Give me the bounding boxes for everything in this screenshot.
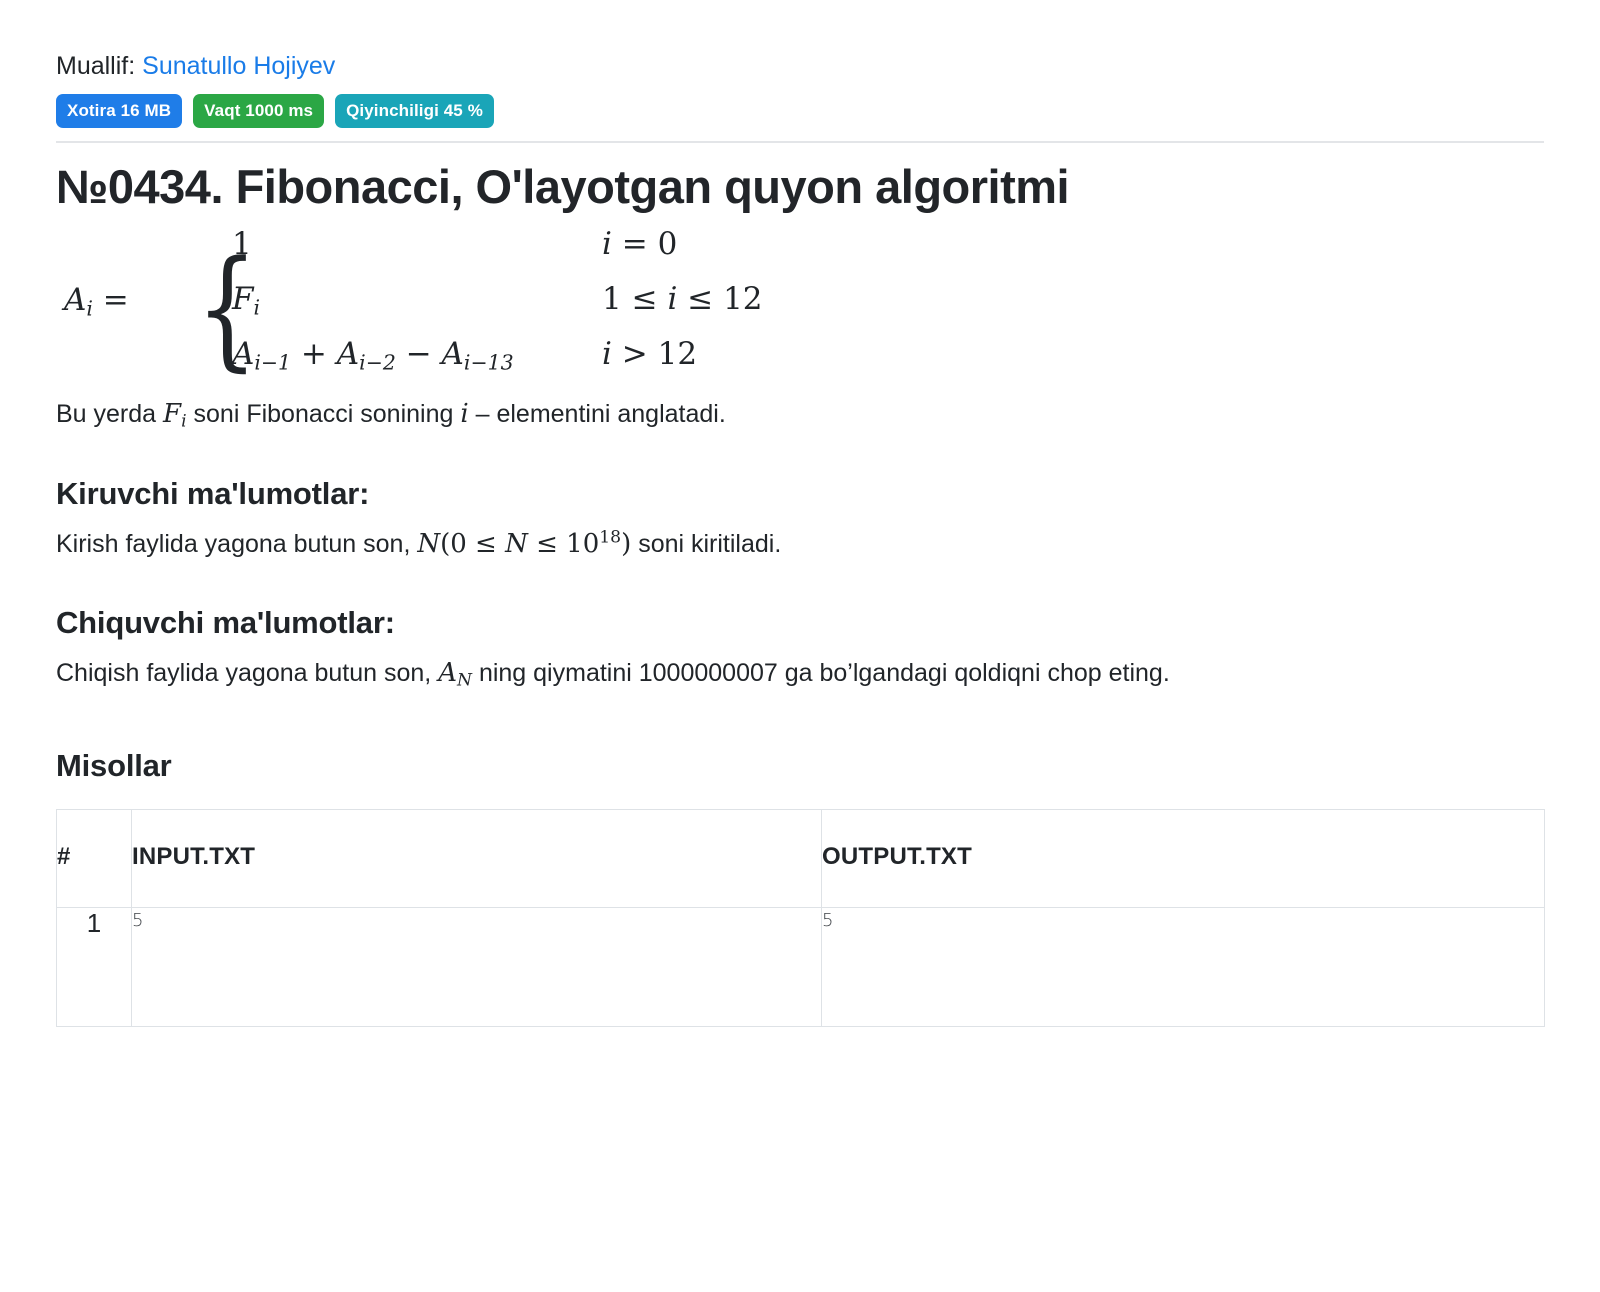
formula-case-2-condition: 1 ≤ i ≤ 12	[602, 280, 763, 317]
input-text-part2: soni kiritiladi.	[631, 530, 782, 559]
formula-case-2-value: Fi	[232, 281, 602, 320]
cell-output: 5	[821, 906, 1545, 1027]
examples-heading: Misollar	[56, 747, 172, 783]
page-title: №0434. Fibonacci, O'layotgan quyon algor…	[56, 159, 1070, 213]
examples-table-head: # INPUT.TXT OUTPUT.TXT	[56, 808, 1545, 908]
note-part2: soni Fibonacci sonining	[186, 399, 461, 428]
table-row: 1 5 5	[56, 906, 1545, 1027]
output-math-an: AN	[438, 658, 472, 691]
formula-case-2-value-sub: i	[253, 295, 261, 320]
cell-index: 1	[56, 906, 132, 1027]
formula-note: Bu yerda Fi soni Fibonacci sonining i – …	[56, 395, 1544, 435]
badge-memory: Xotira 16 MB	[56, 93, 183, 128]
note-part1: Bu yerda	[56, 399, 164, 428]
input-math-constraint: N(0 ≤ N ≤ 1018)	[417, 527, 632, 560]
author-prefix: Muallif:	[56, 52, 136, 80]
column-header-input: INPUT.TXT	[131, 808, 822, 908]
formula-case-3-condition: i > 12	[602, 335, 698, 372]
formula-case-3-value: Ai−1 + Ai−2 − Ai−13	[232, 335, 514, 375]
cell-input: 5	[131, 906, 822, 1027]
sample-output: 5	[822, 909, 834, 931]
formula-equals: =	[102, 281, 129, 318]
input-section-text: Kirish faylida yagona butun son, N(0 ≤ N…	[56, 525, 1544, 564]
column-header-index: #	[56, 808, 132, 908]
note-part3: – elementini anglatadi.	[468, 399, 726, 428]
formula-case-1-condition: i = 0	[602, 225, 678, 262]
output-section-heading: Chiquvchi ma'lumotlar:	[56, 605, 395, 641]
formula-lhs-sub: i	[86, 296, 93, 321]
note-math-i: i	[460, 398, 469, 429]
formula-case-2: Fi 1 ≤ i ≤ 12	[232, 281, 763, 336]
formula-case-1-value: 1	[232, 226, 602, 262]
formula-piecewise: Ai = { 1 i = 0 Fi 1 ≤ i ≤ 12 Ai−1 + Ai−2…	[56, 226, 1544, 381]
author-link[interactable]: Sunatullo Hojiyev	[142, 52, 335, 80]
output-text-part2: ning qiymatini 1000000007 ga bo’lgandagi…	[472, 659, 1170, 688]
column-header-output: OUTPUT.TXT	[821, 808, 1545, 908]
input-text-part1: Kirish faylida yagona butun son,	[56, 530, 418, 559]
output-text-part1: Chiqish faylida yagona butun son,	[56, 659, 439, 688]
examples-table-body: 1 5 5	[56, 906, 1545, 1027]
note-math-fi: Fi	[163, 398, 187, 432]
formula-case-1: 1 i = 0	[232, 226, 763, 281]
formula-case-1-value-text: 1	[232, 225, 252, 262]
examples-table: # INPUT.TXT OUTPUT.TXT 1 5 5	[56, 808, 1545, 1027]
output-section-text: Chiqish faylida yagona butun son, AN nin…	[56, 654, 1544, 694]
input-section-heading: Kiruvchi ma'lumotlar:	[56, 476, 370, 512]
sample-input: 5	[132, 909, 144, 931]
table-header-row: # INPUT.TXT OUTPUT.TXT	[56, 808, 1545, 908]
formula-case-2-value-text: F	[232, 280, 254, 317]
badge-difficulty: Qiyinchiligi 45 %	[335, 93, 494, 128]
formula-cases: 1 i = 0 Fi 1 ≤ i ≤ 12 Ai−1 + Ai−2 − Ai−1…	[232, 226, 763, 391]
author-line: Muallif: Sunatullo Hojiyev	[56, 50, 1544, 84]
problem-page: Muallif: Sunatullo Hojiyev Xotira 16 MB …	[0, 0, 1600, 1027]
formula-lhs-var: A	[64, 281, 87, 318]
formula-case-3: Ai−1 + Ai−2 − Ai−13 i > 12	[232, 336, 763, 391]
header-divider	[56, 140, 1544, 143]
formula-lhs: Ai =	[64, 282, 129, 321]
badge-time: Vaqt 1000 ms	[193, 93, 325, 128]
badge-row: Xotira 16 MB Vaqt 1000 ms Qiyinchiligi 4…	[56, 93, 1544, 128]
